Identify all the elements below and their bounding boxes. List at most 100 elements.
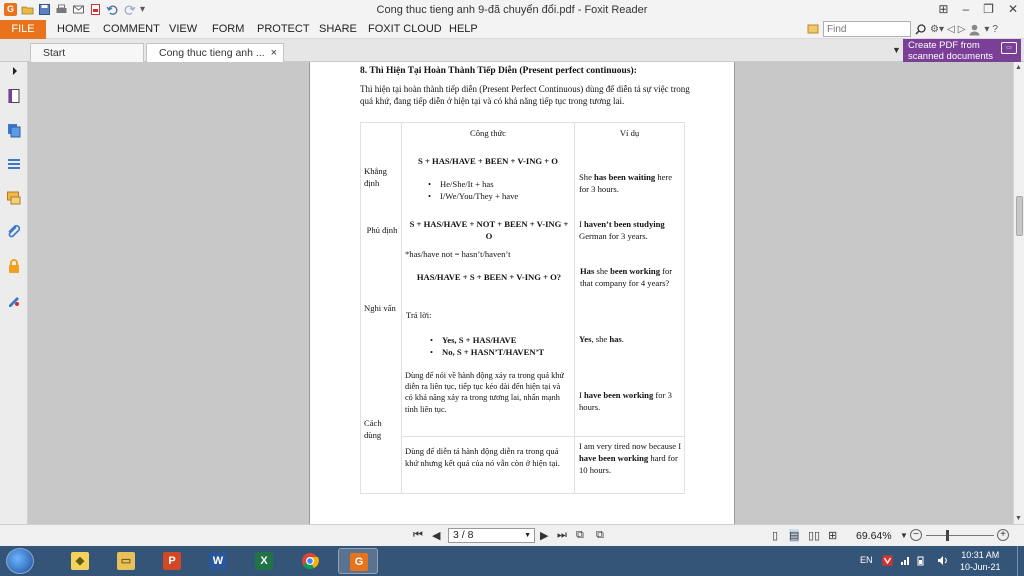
formula-negative: S + HAS/HAVE + NOT + BEEN + V-ING + O bbox=[409, 219, 569, 241]
search-icon[interactable] bbox=[914, 23, 927, 36]
status-bar: ⏮ ◀ 3 / 8 ▼ ▶ ⏭ ⧉ ⧉ ▯ ▤ ▯▯ ⊞ 69.64% ▼ − … bbox=[0, 524, 1024, 546]
close-button[interactable]: ✕ bbox=[1008, 2, 1018, 16]
menu-protect[interactable]: PROTECT bbox=[257, 20, 310, 39]
menu-file[interactable]: FILE bbox=[0, 20, 46, 39]
menu-form[interactable]: FORM bbox=[212, 20, 244, 39]
page-thumbnails-icon[interactable] bbox=[6, 88, 22, 104]
expand-panel-icon[interactable] bbox=[10, 66, 20, 76]
usage-2-text: Dùng để diễn tả hành động diễn ra trong … bbox=[405, 446, 560, 468]
taskbar-excel[interactable]: X bbox=[244, 548, 284, 574]
signature-icon[interactable] bbox=[6, 292, 22, 308]
find-input[interactable] bbox=[823, 21, 911, 37]
scroll-down-icon[interactable]: ▼ bbox=[1015, 515, 1022, 522]
previous-page-icon[interactable]: ◀ bbox=[432, 529, 440, 542]
attachments-icon[interactable] bbox=[6, 224, 22, 240]
taskbar-foxit-reader[interactable]: G bbox=[338, 548, 378, 574]
taskbar-powerpoint[interactable]: P bbox=[152, 548, 192, 574]
close-tab-icon[interactable]: × bbox=[271, 44, 277, 62]
battery-icon[interactable] bbox=[917, 555, 928, 566]
next-view-icon[interactable]: ⧉ bbox=[596, 529, 604, 542]
example-answer: Yes, she has. bbox=[579, 334, 624, 344]
scrollbar-thumb[interactable] bbox=[1016, 196, 1023, 236]
create-pdf-promo-banner[interactable]: Create PDF from scanned documents ▭ bbox=[903, 39, 1021, 62]
restore-button[interactable]: ❐ bbox=[983, 2, 994, 16]
start-button[interactable] bbox=[6, 548, 34, 574]
layers-icon[interactable] bbox=[6, 122, 22, 138]
list-item: Yes, S + HAS/HAVE bbox=[430, 334, 572, 346]
clock-date: 10-Jun-21 bbox=[960, 562, 1001, 572]
page-number-field[interactable]: 3 / 8 ▼ bbox=[448, 528, 535, 543]
antivirus-tray-icon[interactable] bbox=[882, 555, 893, 566]
zoom-dropdown-icon[interactable]: ▼ bbox=[900, 531, 908, 540]
comments-icon[interactable] bbox=[6, 190, 22, 206]
taskbar-word[interactable]: W bbox=[198, 548, 238, 574]
last-page-icon[interactable]: ⏭ bbox=[557, 529, 567, 542]
zoom-out-icon[interactable]: − bbox=[910, 529, 922, 541]
signal-strength-icon[interactable] bbox=[900, 555, 911, 566]
foxit-reader-window: G ▾ Cong thuc tieng anh 9-đã chuyển đổi.… bbox=[0, 0, 1024, 576]
clock-time: 10:31 AM bbox=[961, 550, 1000, 560]
previous-view-icon[interactable]: ⧉ bbox=[576, 529, 584, 542]
row-label-question: Nghi vấn bbox=[364, 303, 396, 313]
settings-gear-icon[interactable]: ⚙▾ bbox=[930, 24, 944, 35]
section-heading: 8. Thì Hiện Tại Hoàn Thành Tiếp Diễn (Pr… bbox=[360, 66, 637, 76]
security-lock-icon[interactable] bbox=[6, 258, 22, 274]
taskbar-chrome[interactable] bbox=[290, 548, 330, 574]
menu-comment[interactable]: COMMENT bbox=[103, 20, 160, 39]
tab-start-label: Start bbox=[43, 47, 66, 59]
single-page-view-icon[interactable]: ▯ bbox=[772, 529, 778, 542]
menu-home[interactable]: HOME bbox=[57, 20, 90, 39]
list-item: I/We/You/They + have bbox=[428, 190, 568, 202]
first-page-icon[interactable]: ⏮ bbox=[413, 529, 423, 542]
taskbar-file-manager[interactable]: ▭ bbox=[106, 548, 146, 574]
forward-arrow-icon[interactable]: ▷ bbox=[958, 24, 966, 35]
tab-document-label: Cong thuc tieng anh ... bbox=[159, 47, 265, 59]
next-page-icon[interactable]: ▶ bbox=[540, 529, 548, 542]
input-language-indicator[interactable]: EN bbox=[860, 555, 873, 565]
menu-foxit-cloud[interactable]: FOXIT CLOUD bbox=[368, 20, 442, 39]
example-question: Has she been working for that company fo… bbox=[580, 266, 673, 288]
explorer-icon: ◆ bbox=[71, 552, 89, 570]
document-viewer[interactable]: 8. Thì Hiện Tại Hoàn Thành Tiếp Diễn (Pr… bbox=[28, 62, 1013, 524]
usage-2-example: I am very tired now because I have been … bbox=[579, 441, 682, 475]
account-dropdown-icon[interactable]: ▾ bbox=[984, 24, 989, 35]
minimize-button[interactable]: – bbox=[962, 2, 969, 16]
affirmative-bullets: He/She/It + has I/We/You/They + have bbox=[428, 178, 568, 202]
menu-help[interactable]: HELP bbox=[449, 20, 478, 39]
menu-bar: FILE HOME COMMENT VIEW FORM PROTECT SHAR… bbox=[0, 20, 1024, 39]
menu-view[interactable]: VIEW bbox=[169, 20, 197, 39]
navigation-panel bbox=[0, 62, 28, 524]
grammar-table: Công thức Ví dụ Khẳng định S + HAS/HAVE … bbox=[360, 122, 685, 494]
system-clock[interactable]: 10:31 AM 10-Jun-21 bbox=[960, 549, 1001, 573]
tab-document[interactable]: Cong thuc tieng anh ... × bbox=[146, 43, 284, 62]
row-label-negative: Phủ định bbox=[366, 225, 398, 235]
vertical-scrollbar[interactable]: ▲ ▼ bbox=[1013, 62, 1024, 524]
zoom-in-icon[interactable]: + bbox=[997, 529, 1009, 541]
continuous-view-icon[interactable]: ▤ bbox=[789, 529, 800, 542]
volume-icon[interactable] bbox=[937, 555, 948, 566]
section-intro: Thì hiện tại hoàn thành tiếp diễn (Prese… bbox=[360, 84, 690, 106]
facing-view-icon[interactable]: ▯▯ bbox=[808, 529, 820, 542]
page-dropdown-icon[interactable]: ▼ bbox=[524, 529, 531, 542]
back-arrow-icon[interactable]: ◁ bbox=[947, 24, 955, 35]
list-item: No, S + HASN’T/HAVEN’T bbox=[430, 346, 572, 358]
user-account-icon[interactable] bbox=[968, 23, 981, 36]
annotations-icon[interactable] bbox=[6, 156, 22, 172]
zoom-slider-thumb[interactable] bbox=[946, 530, 949, 541]
negative-note: *has/have not = hasn’t/haven’t bbox=[405, 249, 511, 259]
word-icon: W bbox=[209, 552, 227, 570]
ribbon-options-icon[interactable]: ⊞ bbox=[938, 2, 948, 16]
scroll-up-icon[interactable]: ▲ bbox=[1015, 64, 1022, 71]
window-title: Cong thuc tieng anh 9-đã chuyển đổi.pdf … bbox=[376, 4, 648, 16]
tab-start[interactable]: Start bbox=[30, 43, 144, 62]
find-options-icon[interactable] bbox=[806, 22, 820, 36]
tab-list-dropdown-icon[interactable]: ▼ bbox=[892, 45, 901, 55]
help-icon[interactable]: ? bbox=[992, 24, 998, 35]
zoom-slider[interactable] bbox=[926, 535, 994, 536]
taskbar-explorer[interactable]: ◆ bbox=[60, 548, 100, 574]
split-view-icon[interactable]: ⊞ bbox=[828, 529, 837, 542]
menu-share[interactable]: SHARE bbox=[319, 20, 357, 39]
find-area: ⚙▾ ◁ ▷ ▾ ? bbox=[806, 21, 998, 37]
zoom-level[interactable]: 69.64% bbox=[856, 530, 892, 542]
show-desktop-button[interactable] bbox=[1017, 546, 1024, 576]
